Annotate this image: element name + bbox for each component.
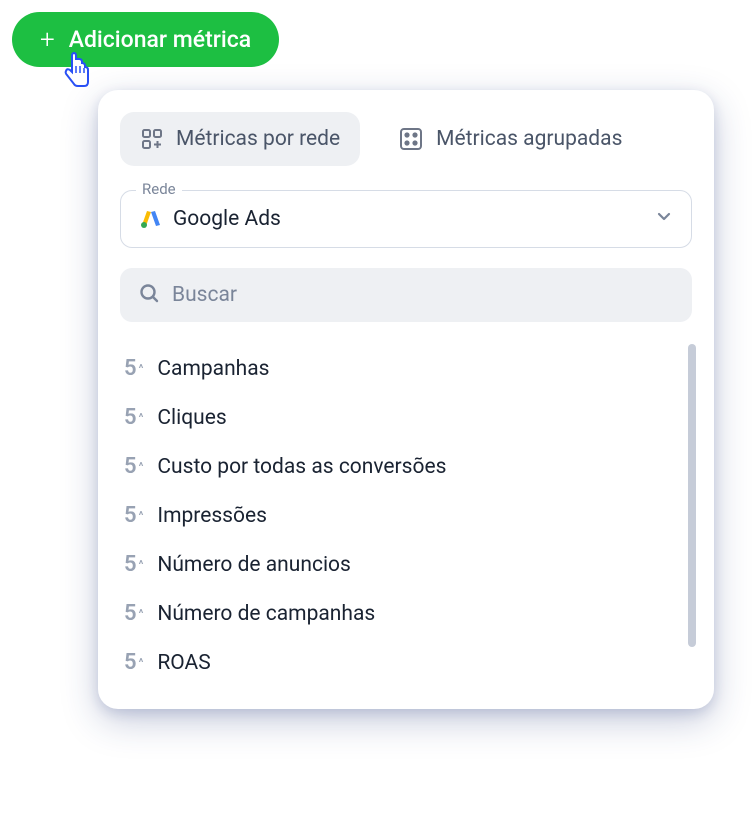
plus-icon: +: [40, 27, 55, 53]
network-dropdown[interactable]: Google Ads: [120, 190, 692, 248]
metric-label: Número de campanhas: [157, 602, 375, 626]
metric-item[interactable]: 5^ ROAS: [120, 638, 680, 687]
metric-item[interactable]: 5^ Número de anuncios: [120, 540, 680, 589]
metric-item[interactable]: 5^ Campanhas: [120, 344, 680, 393]
network-field-label: Rede: [136, 180, 182, 198]
metric-type-icon: 5^: [124, 405, 143, 430]
add-metric-label: Adicionar métrica: [69, 26, 251, 53]
search-wrapper: [120, 268, 692, 322]
tab-label: Métricas agrupadas: [436, 127, 622, 151]
add-metric-button[interactable]: + Adicionar métrica: [12, 12, 279, 67]
search-input[interactable]: [172, 283, 674, 307]
metric-label: Cliques: [157, 406, 226, 430]
metric-label: ROAS: [157, 651, 210, 675]
metric-label: Custo por todas as conversões: [157, 455, 446, 479]
scrollbar[interactable]: [688, 344, 696, 647]
tab-label: Métricas por rede: [176, 127, 340, 151]
google-ads-icon: [139, 208, 161, 230]
network-selected-label: Google Ads: [173, 207, 643, 231]
metric-type-icon: 5^: [124, 601, 143, 626]
search-icon: [138, 282, 160, 308]
metric-label: Campanhas: [157, 357, 269, 381]
metric-label: Impressões: [157, 504, 267, 528]
cursor-pointer-icon: [62, 52, 94, 92]
metric-type-icon: 5^: [124, 503, 143, 528]
network-field: Rede Google Ads: [120, 190, 692, 248]
metric-label: Número de anuncios: [157, 553, 351, 577]
tab-grouped-metrics[interactable]: Métricas agrupadas: [378, 112, 642, 166]
tab-metrics-by-network[interactable]: Métricas por rede: [120, 112, 360, 166]
metric-type-icon: 5^: [124, 356, 143, 381]
tabs-container: Métricas por rede Métricas agrupadas: [120, 112, 692, 166]
metric-list: 5^ Campanhas 5^ Cliques 5^ Custo por tod…: [120, 344, 680, 687]
metric-type-icon: 5^: [124, 650, 143, 675]
metric-item[interactable]: 5^ Número de campanhas: [120, 589, 680, 638]
dice-icon: [398, 126, 424, 152]
metric-type-icon: 5^: [124, 552, 143, 577]
metrics-panel: Métricas por rede Métricas agrupadas Red…: [98, 90, 714, 709]
grid-plus-icon: [140, 127, 164, 151]
metric-item[interactable]: 5^ Impressões: [120, 491, 680, 540]
chevron-down-icon: [655, 207, 673, 231]
metric-item[interactable]: 5^ Custo por todas as conversões: [120, 442, 680, 491]
metric-type-icon: 5^: [124, 454, 143, 479]
metric-list-container: 5^ Campanhas 5^ Cliques 5^ Custo por tod…: [120, 344, 692, 687]
metric-item[interactable]: 5^ Cliques: [120, 393, 680, 442]
